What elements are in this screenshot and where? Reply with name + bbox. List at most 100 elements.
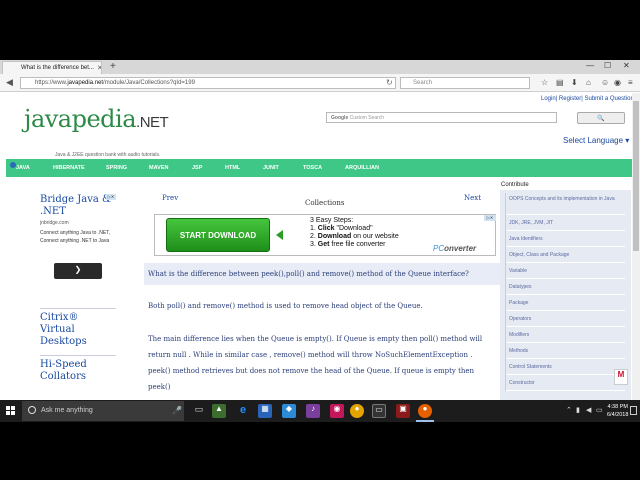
volume-icon[interactable]: ◀ — [586, 406, 591, 414]
sidebar-item-object[interactable]: Object, Class and Package — [506, 247, 625, 263]
menu-hibernate[interactable]: HIBERNATE — [53, 165, 85, 171]
sidebar-item-methods[interactable]: Methods — [506, 343, 625, 359]
site-logo[interactable]: javapedia.NET — [24, 105, 169, 133]
app-icon-1[interactable]: ◆ — [282, 404, 296, 418]
tray-up-icon[interactable]: ⌃ — [566, 406, 572, 414]
menu-jsp[interactable]: JSP — [192, 165, 202, 171]
taskbar-search-box[interactable]: Ask me anything 🎤 — [22, 401, 184, 421]
download-icon[interactable]: ⬇ — [571, 78, 578, 87]
app-icon-4[interactable]: ▣ — [396, 404, 410, 418]
pocket-icon[interactable]: ☺ — [601, 78, 609, 87]
address-bar[interactable]: https://www.javapedia.net/module/Java/Co… — [20, 77, 396, 89]
sidebar-item-package[interactable]: Package — [506, 295, 625, 311]
menu-junit[interactable]: JUNIT — [263, 165, 279, 171]
sidebar-item-jdk[interactable]: JDK, JRE, JVM, JIT — [506, 215, 625, 231]
star-icon[interactable]: ☆ — [541, 78, 548, 87]
taskbar: Ask me anything 🎤 ▭ ▲ e ▦ ◆ ♪ ◉ ● ▭ ▣ ● … — [0, 400, 640, 422]
edge-icon[interactable]: e — [236, 404, 250, 418]
ad-bridge[interactable]: ▷✕ Bridge Java & .NET jnbridge.com Conne… — [40, 194, 116, 282]
menu-arquillian[interactable]: ARQUILLIAN — [345, 165, 379, 171]
pcconverter-logo: PConverter — [433, 244, 476, 253]
sidebar-item-oops[interactable]: OOPS Concepts and its implementation in … — [506, 193, 625, 215]
question-heading: What is the difference between peek(),po… — [144, 263, 500, 285]
mcafee-icon[interactable]: M — [614, 369, 628, 385]
store-icon[interactable]: ▲ — [212, 404, 226, 418]
banner-step1-rest: "Download" — [334, 225, 373, 232]
start-download-button[interactable]: START DOWNLOAD — [166, 218, 270, 252]
sidebar-item-variable[interactable]: Variable — [506, 263, 625, 279]
account-links[interactable]: Login| Register| Submit a Question — [541, 96, 634, 102]
prev-link[interactable]: Prev — [162, 194, 178, 202]
banner-step1-num: 1. — [310, 225, 316, 232]
answer-paragraph-2: The main difference lies when the Queue … — [148, 335, 483, 391]
minimize-icon[interactable]: — — [586, 61, 594, 70]
menu-tosca[interactable]: TOSCA — [303, 165, 322, 171]
logo-ext: .NET — [136, 114, 169, 131]
back-icon[interactable]: ◀ — [6, 77, 13, 88]
reload-icon[interactable]: ↻ — [386, 78, 393, 87]
sidebar-item-modifiers[interactable]: Modifiers — [506, 327, 625, 343]
sidebar-item-identifiers[interactable]: Java Identifiers — [506, 231, 625, 247]
tab-title: What is the difference bet... — [21, 65, 94, 71]
app-icon-3[interactable]: ◉ — [330, 404, 344, 418]
sidebar-item-control[interactable]: Control Statements — [506, 359, 625, 375]
select-language-label: Select Language — [563, 136, 624, 145]
ad-citrix-title[interactable]: Citrix® Virtual Desktops — [40, 309, 116, 348]
menu-icon[interactable]: ≡ — [628, 78, 633, 87]
close-tab-icon[interactable]: ✕ — [97, 64, 101, 72]
google-search-button[interactable]: 🔍 — [577, 112, 625, 124]
task-view-icon[interactable]: ▭ — [192, 404, 206, 418]
sidebar-item-datatypes[interactable]: Datatypes — [506, 279, 625, 295]
menu-java[interactable]: JAVA — [16, 165, 30, 171]
firefox-icon[interactable]: ● — [418, 404, 432, 418]
close-window-icon[interactable]: ✕ — [623, 61, 630, 70]
main-menu: JAVA HIBERNATE SPRING MAVEN JSP HTML JUN… — [6, 159, 632, 177]
adchoices-icon[interactable]: ▷✕ — [106, 194, 116, 200]
logo-main: javapedia — [24, 105, 137, 133]
page-scrollbar[interactable] — [632, 93, 640, 400]
chevron-down-icon: ▾ — [625, 136, 630, 145]
banner-step3-num: 3. — [310, 241, 316, 248]
screen: What is the difference bet... ✕ + — ☐ ✕ … — [0, 0, 640, 480]
menu-spring[interactable]: SPRING — [106, 165, 127, 171]
menu-maven[interactable]: MAVEN — [149, 165, 168, 171]
maximize-icon[interactable]: ☐ — [604, 61, 611, 70]
banner-step3-rest: free file converter — [329, 241, 386, 248]
browser-tab[interactable]: What is the difference bet... ✕ — [2, 61, 102, 74]
sidebar-item-constructor[interactable]: Constructor — [506, 375, 625, 391]
ad-citrix[interactable]: Citrix® Virtual Desktops — [40, 308, 116, 356]
shield-icon[interactable]: ◉ — [614, 78, 621, 87]
new-tab-button[interactable]: + — [110, 61, 116, 72]
windows-start-icon[interactable] — [6, 406, 16, 416]
next-link[interactable]: Next — [464, 194, 481, 202]
section-title: Collections — [305, 199, 345, 207]
chrome-icon[interactable]: ● — [350, 404, 364, 418]
search-bar[interactable]: Search — [400, 77, 530, 89]
ad-hispeed[interactable]: Hi-Speed Collators — [40, 355, 116, 395]
microphone-icon[interactable]: 🎤 — [172, 406, 182, 415]
scrollbar-thumb[interactable] — [633, 101, 639, 251]
reading-list-icon[interactable]: ▤ — [556, 78, 564, 87]
notification-icon[interactable] — [630, 406, 637, 415]
sidebar-item-operators[interactable]: Operators — [506, 311, 625, 327]
menu-html[interactable]: HTML — [225, 165, 240, 171]
url-prefix: https://www. — [35, 80, 68, 86]
network-icon[interactable]: ▮ — [576, 406, 580, 414]
banner-adchoices-icon[interactable]: ▷✕ — [484, 215, 496, 221]
ad-bridge-title[interactable]: Bridge Java & .NET — [40, 194, 116, 218]
contribute-heading[interactable]: Contribute — [500, 182, 631, 190]
browser-window: What is the difference bet... ✕ + — ☐ ✕ … — [0, 60, 640, 400]
select-language-dropdown[interactable]: Select Language ▾ — [563, 136, 629, 145]
terminal-icon[interactable]: ▭ — [372, 404, 386, 418]
banner-ad[interactable]: ▷✕ START DOWNLOAD 3 Easy Steps: 1. Click… — [154, 214, 496, 256]
keyboard-icon[interactable]: ▭ — [596, 406, 603, 414]
banner-step2-verb: Download — [317, 233, 352, 240]
google-search-input[interactable]: Google Custom Search — [326, 112, 557, 123]
system-clock[interactable]: 4:38 PM 6/4/2018 — [607, 403, 628, 419]
ad-hispeed-title[interactable]: Hi-Speed Collators — [40, 356, 116, 383]
explorer-icon[interactable]: ▦ — [258, 404, 272, 418]
home-icon[interactable]: ⌂ — [586, 78, 591, 87]
ad-bridge-arrow-button[interactable]: ❯ — [54, 263, 102, 279]
url-path: /module/Java/Collections?qId=199 — [103, 80, 195, 86]
app-icon-2[interactable]: ♪ — [306, 404, 320, 418]
